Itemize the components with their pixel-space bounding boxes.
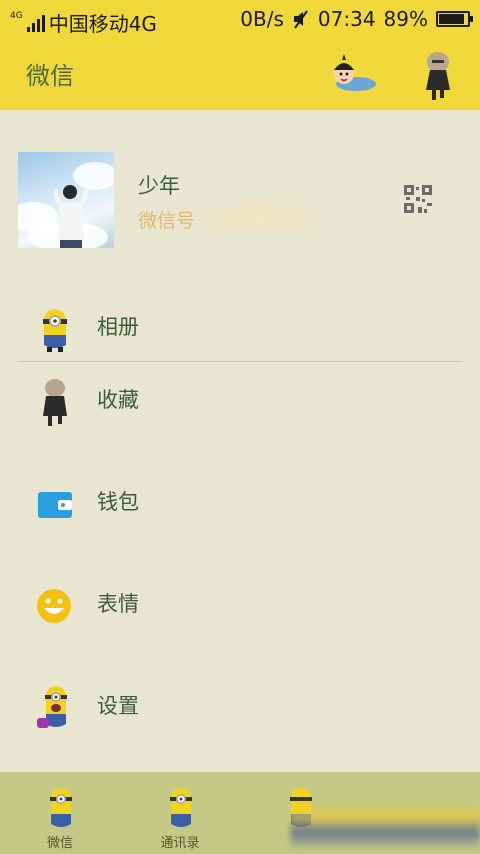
menu-label-album: 相册 (97, 315, 139, 339)
mute-icon (293, 10, 308, 29)
status-left: 4G 中国移动4G (10, 8, 157, 37)
signal-icon (26, 14, 45, 32)
status-right: 0B/s 07:34 89% (240, 7, 473, 31)
menu-label-stickers: 表情 (97, 592, 139, 616)
minion-icon (50, 788, 72, 827)
battery-icon (436, 11, 473, 27)
app-header: 微信 (0, 38, 480, 110)
network-type-label: 4G (10, 11, 23, 21)
minion-icon (43, 309, 67, 352)
menu-item-wallet[interactable]: 钱包 (0, 460, 480, 540)
tab-label-chats: 微信 (46, 836, 73, 851)
wallet-icon (38, 492, 72, 518)
agnes-character-icon[interactable] (328, 54, 378, 94)
gru-character-icon[interactable] (420, 50, 456, 100)
menu-item-settings[interactable]: 设置 (0, 664, 480, 744)
menu-item-stickers[interactable]: 表情 (0, 562, 480, 642)
menu-label-favorites: 收藏 (97, 388, 139, 412)
wechat-id-label: 微信号 (138, 210, 196, 232)
profile-card[interactable]: 少年 微信号 (0, 110, 480, 280)
minion-icon (170, 788, 192, 827)
tab-chats[interactable]: 微信 (0, 772, 120, 854)
battery-fill (439, 14, 464, 24)
avatar[interactable] (18, 152, 114, 248)
profile-name: 少年 (138, 174, 180, 198)
clock: 07:34 (317, 7, 376, 31)
qr-code-icon[interactable] (404, 185, 432, 213)
status-bar: 4G 中国移动4G 0B/s 07:34 89% (0, 0, 480, 38)
menu-label-wallet: 钱包 (97, 490, 139, 514)
menu-label-settings: 设置 (97, 694, 139, 718)
tab-motion-blur (290, 800, 480, 850)
wechat-id-value-blurred (195, 200, 325, 236)
avatar-person-figure (54, 185, 88, 248)
header-title: 微信 (26, 62, 74, 90)
menu-item-favorites[interactable]: 收藏 (0, 358, 480, 438)
carrier-label: 中国移动4G (48, 12, 157, 36)
network-speed: 0B/s (240, 7, 284, 31)
menu-item-album[interactable]: 相册 (0, 285, 480, 365)
battery-percent: 89% (383, 7, 428, 31)
smiley-icon (37, 589, 71, 623)
tab-contacts[interactable]: 通讯录 (120, 772, 240, 854)
gru-icon (43, 379, 67, 426)
minion-settings-icon (37, 686, 67, 728)
tab-label-contacts: 通讯录 (160, 836, 200, 851)
